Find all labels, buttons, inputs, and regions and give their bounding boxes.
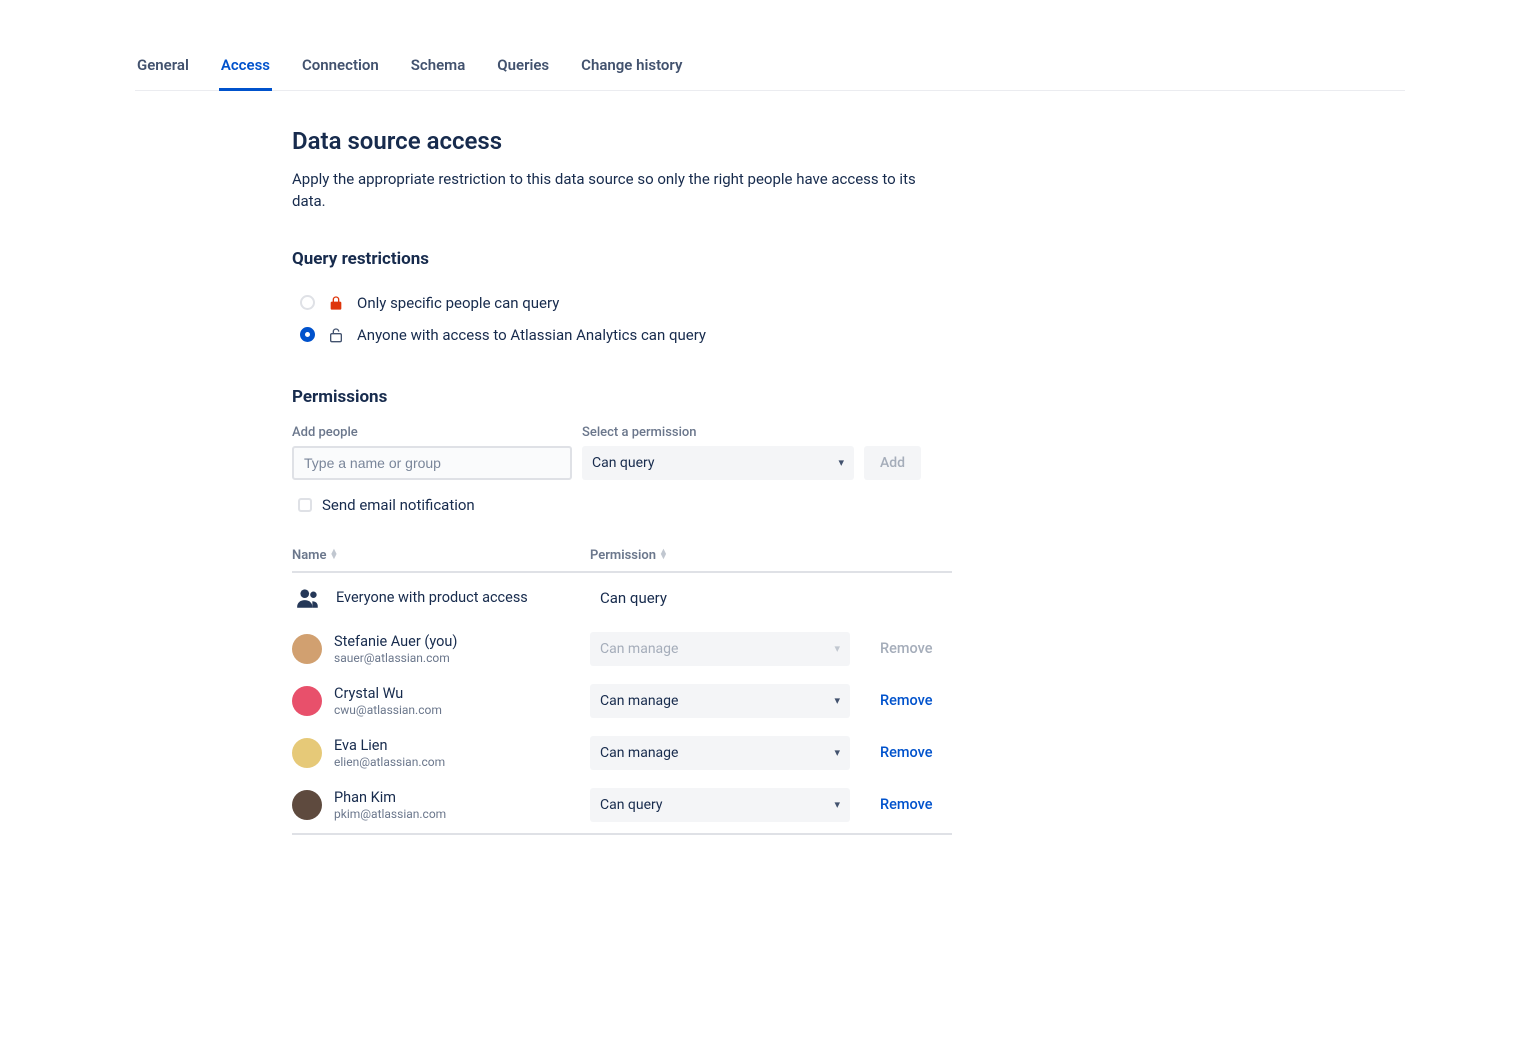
sort-icon: ▲▼ — [329, 550, 338, 561]
remove-link[interactable]: Remove — [880, 744, 933, 761]
chevron-down-icon: ▾ — [834, 642, 840, 655]
unlock-icon — [327, 327, 345, 343]
page-title: Data source access — [292, 127, 952, 155]
table-row: Phan Kimpkim@atlassian.com Can query ▾ Remo… — [292, 779, 952, 831]
user-email: sauer@atlassian.com — [334, 651, 457, 665]
permission-select[interactable]: Can query ▾ — [590, 788, 850, 822]
column-header-permission-label: Permission — [590, 548, 656, 563]
avatar — [292, 686, 322, 716]
radio-button[interactable] — [300, 295, 315, 310]
chevron-down-icon: ▾ — [838, 456, 844, 469]
chevron-down-icon: ▾ — [834, 746, 840, 759]
user-email: elien@atlassian.com — [334, 755, 445, 769]
permission-value: Can manage — [600, 745, 678, 761]
user-name: Eva Lien — [334, 737, 445, 754]
chevron-down-icon: ▾ — [834, 798, 840, 811]
tabs-bar: General Access Connection Schema Queries Chan… — [135, 50, 1405, 91]
column-header-name-label: Name — [292, 548, 326, 563]
select-permission-dropdown[interactable]: Can query ▾ — [582, 446, 854, 480]
send-email-label: Send email notification — [322, 496, 475, 514]
tab-queries[interactable]: Queries — [495, 50, 551, 80]
permissions-heading: Permissions — [292, 387, 952, 407]
permission-select: Can manage ▾ — [590, 632, 850, 666]
table-row: Stefanie Auer (you)sauer@atlassian.com Ca… — [292, 623, 952, 675]
restriction-label: Only specific people can query — [357, 294, 559, 312]
avatar — [292, 738, 322, 768]
column-header-name[interactable]: Name ▲▼ — [292, 548, 590, 563]
remove-link[interactable]: Remove — [880, 692, 933, 709]
user-name: Phan Kim — [334, 789, 446, 806]
radio-button[interactable] — [300, 327, 315, 342]
table-row: Eva Lienelien@atlassian.com Can manage ▾ Re… — [292, 727, 952, 779]
table-row: Everyone with product access Can query — [292, 573, 952, 623]
tab-general[interactable]: General — [135, 50, 191, 80]
tab-access[interactable]: Access — [219, 50, 272, 91]
permission-value: Can manage — [600, 641, 678, 657]
restriction-option[interactable]: Anyone with access to Atlassian Analytic… — [292, 319, 952, 351]
select-permission-value: Can query — [592, 455, 655, 471]
user-name: Crystal Wu — [334, 685, 442, 702]
chevron-down-icon: ▾ — [834, 694, 840, 707]
page-description: Apply the appropriate restriction to thi… — [292, 169, 952, 213]
avatar — [292, 634, 322, 664]
permission-select[interactable]: Can manage ▾ — [590, 736, 850, 770]
add-people-label: Add people — [292, 425, 572, 440]
table-row: Crystal Wucwu@atlassian.com Can manage ▾ Re… — [292, 675, 952, 727]
avatar — [292, 790, 322, 820]
permission-value: Can manage — [600, 693, 678, 709]
select-permission-label: Select a permission — [582, 425, 854, 440]
user-name: Everyone with product access — [336, 589, 528, 606]
add-people-input[interactable] — [292, 446, 572, 480]
sort-icon: ▲▼ — [659, 550, 668, 561]
tab-connection[interactable]: Connection — [300, 50, 381, 80]
restriction-label: Anyone with access to Atlassian Analytic… — [357, 326, 706, 344]
add-button-label: Add — [880, 455, 905, 471]
user-email: cwu@atlassian.com — [334, 703, 442, 717]
remove-link[interactable]: Remove — [880, 796, 933, 813]
column-header-permission[interactable]: Permission ▲▼ — [590, 548, 860, 563]
remove-link: Remove — [880, 640, 933, 657]
permission-select[interactable]: Can manage ▾ — [590, 684, 850, 718]
permission-value: Can query — [590, 589, 860, 607]
send-email-checkbox[interactable] — [298, 498, 312, 512]
user-name: Stefanie Auer (you) — [334, 633, 457, 650]
group-icon — [292, 582, 324, 614]
lock-icon — [327, 295, 345, 311]
tab-schema[interactable]: Schema — [409, 50, 468, 80]
restriction-option[interactable]: Only specific people can query — [292, 287, 952, 319]
tab-change-history[interactable]: Change history — [579, 50, 684, 80]
user-email: pkim@atlassian.com — [334, 807, 446, 821]
permission-value: Can query — [600, 797, 663, 813]
query-restrictions-heading: Query restrictions — [292, 249, 952, 269]
add-button[interactable]: Add — [864, 446, 921, 480]
